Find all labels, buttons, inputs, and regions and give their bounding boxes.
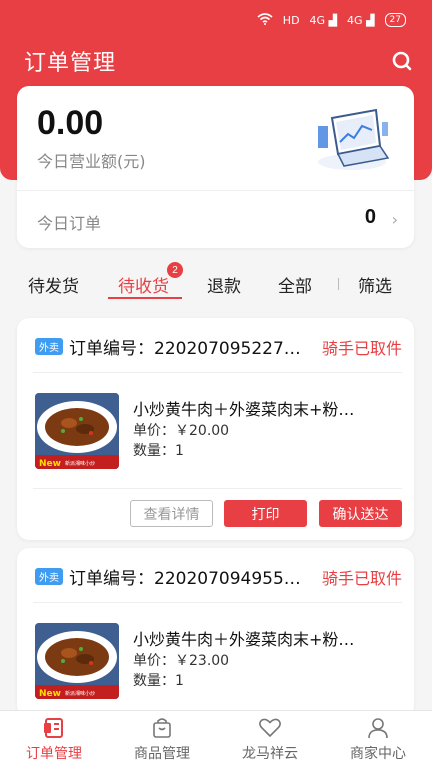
nav-longma-xiangyun[interactable]: 龙马祥云 [216,711,324,768]
battery-icon: 27 [384,13,406,27]
order-header: 外卖 订单编号：220207095227… 骑手已取件 [17,318,414,374]
delivery-tag: 外卖 [35,338,63,355]
item-name: 小炒黄牛肉＋外婆菜肉末+粉… [133,400,355,419]
food-image: New 新派湘味小炒 [35,623,119,699]
item-quantity: 数量：1 [133,673,184,689]
nav-label: 商品管理 [134,745,190,762]
wifi-icon [257,12,273,28]
signal-icon-2: 4G ▟ [347,13,375,27]
nav-label: 商家中心 [350,745,406,762]
nav-label: 龙马祥云 [242,745,298,762]
svg-text:新派湘味小炒: 新派湘味小炒 [65,460,95,467]
status-bar: HD 4G ▟ 4G ▟ 27 [0,0,432,40]
tab-badge: 2 [167,262,183,278]
bag-icon [153,717,171,738]
nav-product-management[interactable]: 商品管理 [108,711,216,768]
item-name: 小炒黄牛肉＋外婆菜肉末+粉… [133,630,355,649]
item-price: 单价：￥20.00 [133,423,230,439]
nav-order-management[interactable]: 订单管理 [0,711,108,768]
nav-label: 订单管理 [26,745,82,762]
svg-text:New: New [39,689,61,699]
bottom-navigation: 订单管理 商品管理 龙马祥云 商家中心 [0,710,432,768]
page-title: 订单管理 [24,51,117,76]
divider [33,602,402,603]
order-card[interactable]: 外卖 订单编号：220207094955… 骑手已取件 New 新派湘味小炒 小… [17,548,414,718]
svg-text:New: New [39,459,61,469]
today-revenue-label: 今日营业额(元) [37,152,146,171]
tab-refund[interactable]: 退款 [207,272,241,297]
tab-pending-ship[interactable]: 待发货 [28,272,79,297]
food-image: New 新派湘味小炒 [35,393,119,469]
divider [33,488,402,489]
confirm-delivery-button[interactable]: 确认送达 [319,500,402,527]
order-status: 骑手已取件 [321,569,402,588]
tab-separator [338,278,339,290]
view-details-button[interactable]: 查看详情 [130,500,213,527]
order-number: 订单编号：220207094955… [69,569,301,589]
today-orders-count[interactable]: 0 [365,206,376,229]
item-quantity: 数量：1 [133,443,184,459]
tab-pending-receive-label: 待收货 [118,277,169,297]
chevron-right-icon[interactable]: › [392,210,398,229]
heart-icon [259,718,281,737]
order-tabs: 待发货 待收货 2 退款 全部 筛选 [0,262,432,304]
laptop-illustration-icon [310,100,394,176]
user-icon [368,717,388,738]
order-status: 骑手已取件 [321,339,402,358]
app-header: 订单管理 [0,44,432,78]
active-tab-indicator [108,297,182,299]
network-type: HD [282,13,300,27]
tab-all[interactable]: 全部 [278,272,312,297]
search-button[interactable] [388,47,416,75]
svg-text:新派湘味小炒: 新派湘味小炒 [65,690,95,697]
today-revenue-value: 0.00 [37,104,104,142]
delivery-tag: 外卖 [35,568,63,585]
order-header: 外卖 订单编号：220207094955… 骑手已取件 [17,548,414,604]
tab-pending-receive[interactable]: 待收货 2 [118,262,183,297]
order-number: 订单编号：220207095227… [69,339,301,359]
order-card[interactable]: 外卖 订单编号：220207095227… 骑手已取件 New 新派湘味小炒 小… [17,318,414,540]
today-orders-label[interactable]: 今日订单 [37,210,101,234]
tab-filter[interactable]: 筛选 [358,272,392,297]
item-price: 单价：￥23.00 [133,653,230,669]
print-button[interactable]: 打印 [224,500,307,527]
search-icon [392,51,412,71]
nav-merchant-center[interactable]: 商家中心 [324,711,432,768]
order-icon [44,717,63,738]
divider [33,372,402,373]
summary-card: 0.00 今日营业额(元) 今日订单 0 › [17,86,414,248]
signal-icon-1: 4G ▟ [309,13,338,27]
card-divider [17,190,414,191]
